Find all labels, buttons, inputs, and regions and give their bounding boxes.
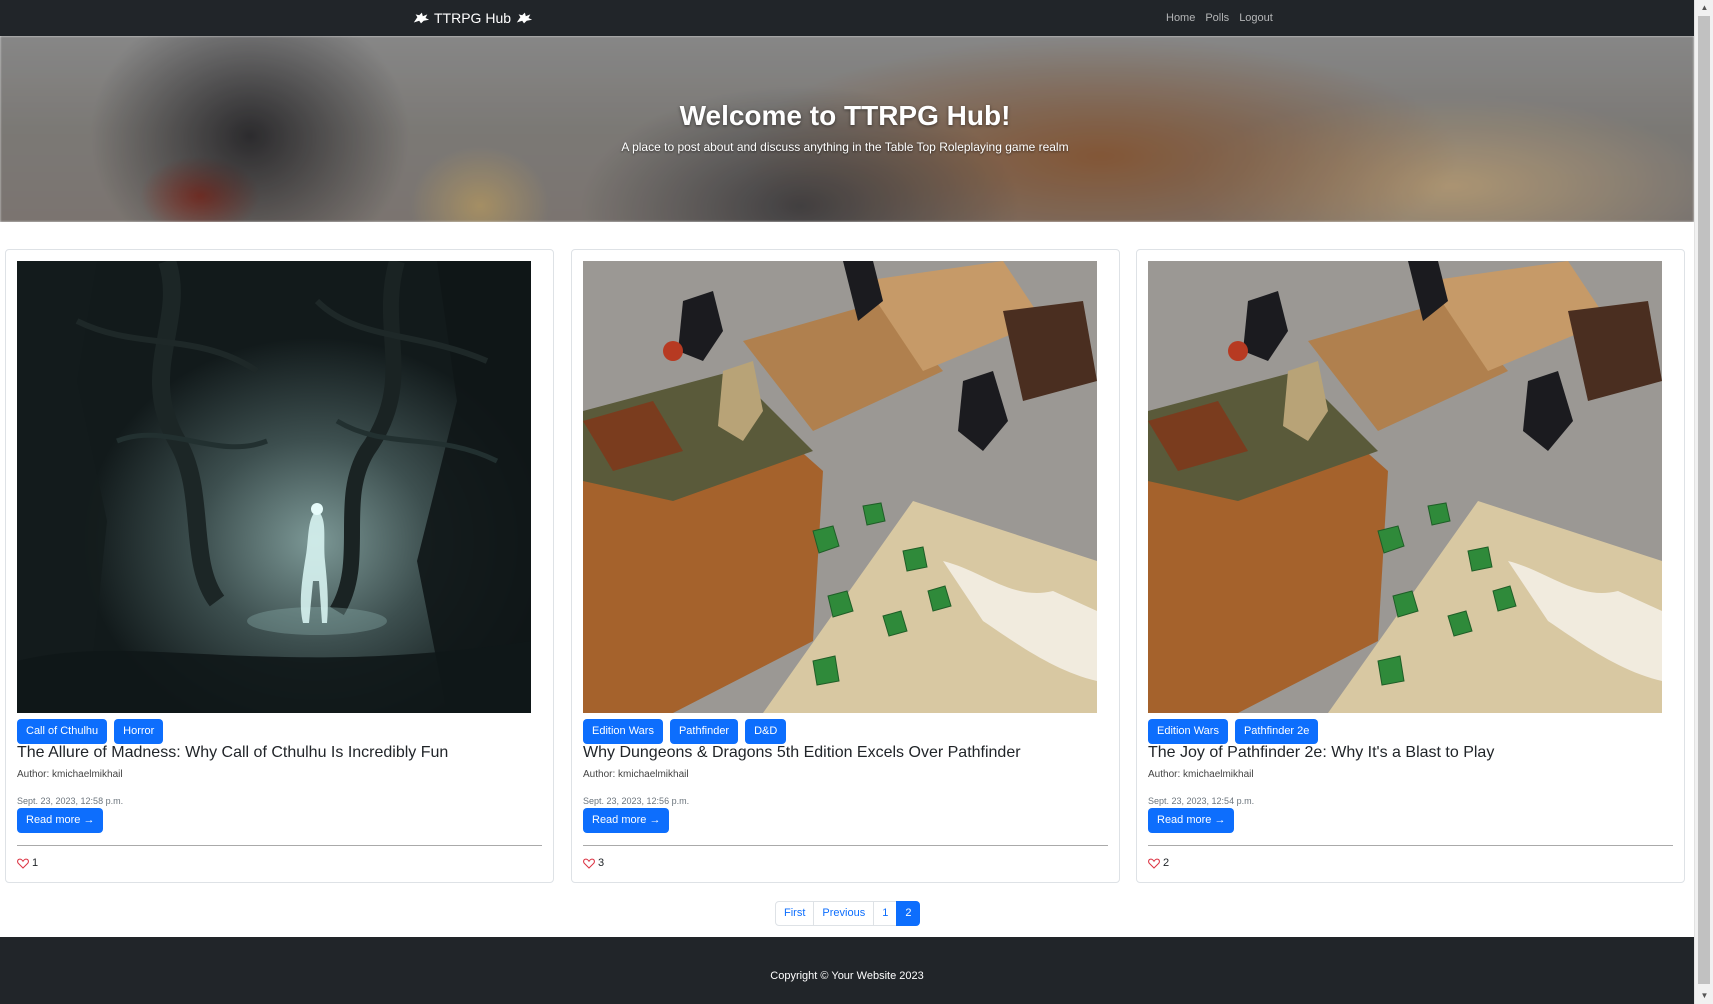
heart-icon[interactable] <box>1148 858 1160 869</box>
post-card: Call of Cthulhu Horror The Allure of Mad… <box>5 249 554 883</box>
read-more-button[interactable]: Read more → <box>17 808 104 833</box>
hero-banner: Welcome to TTRPG Hub! A place to post ab… <box>0 36 1694 222</box>
like-count: 2 <box>1163 857 1170 869</box>
scroll-down-arrow-icon[interactable]: ▼ <box>1695 988 1713 1004</box>
page: TTRPG Hub Home Polls Logout Welcome to T… <box>0 0 1694 1004</box>
tag-button[interactable]: Pathfinder <box>669 719 739 744</box>
divider <box>1148 845 1673 846</box>
tag-button[interactable]: Horror <box>114 719 164 744</box>
scroll-up-arrow-icon[interactable]: ▲ <box>1695 0 1713 16</box>
post-image-dice-books[interactable] <box>1148 261 1662 713</box>
tag-button[interactable]: Call of Cthulhu <box>17 719 108 744</box>
dragon-icon <box>516 12 533 24</box>
like-count: 3 <box>598 857 605 869</box>
scrollbar-thumb[interactable] <box>1698 16 1710 984</box>
brand-link[interactable]: TTRPG Hub <box>412 0 533 36</box>
like-counter[interactable]: 2 <box>1148 857 1169 869</box>
post-card: Edition Wars Pathfinder 2e The Joy of Pa… <box>1136 249 1685 883</box>
post-author: Author: kmichaelmikhail <box>17 769 123 780</box>
dragon-icon <box>413 12 430 24</box>
heart-icon[interactable] <box>583 858 595 869</box>
pagination-page-2[interactable]: 2 <box>896 901 921 926</box>
tag-button[interactable]: Edition Wars <box>583 719 663 744</box>
post-tags: Edition Wars Pathfinder D&D <box>583 719 787 744</box>
footer: Copyright © Your Website 2023 <box>0 937 1694 1004</box>
nav-links: Home Polls Logout <box>1166 0 1273 36</box>
navbar: TTRPG Hub Home Polls Logout <box>0 0 1694 36</box>
post-title[interactable]: Why Dungeons & Dragons 5th Edition Excel… <box>583 744 1021 762</box>
hero-subtitle: A place to post about and discuss anythi… <box>621 140 1069 154</box>
post-author: Author: kmichaelmikhail <box>1148 769 1254 780</box>
pagination: First Previous 1 2 <box>775 901 921 926</box>
pagination-previous[interactable]: Previous <box>813 901 875 926</box>
pagination-first[interactable]: First <box>775 901 815 926</box>
like-counter[interactable]: 3 <box>583 857 604 869</box>
pagination-page-1[interactable]: 1 <box>873 901 898 926</box>
like-counter[interactable]: 1 <box>17 857 38 869</box>
footer-copyright: Copyright © Your Website 2023 <box>770 970 924 982</box>
divider <box>583 845 1108 846</box>
post-date: Sept. 23, 2023, 12:56 p.m. <box>583 796 690 806</box>
post-image-dice-books[interactable] <box>583 261 1097 713</box>
read-more-button[interactable]: Read more → <box>583 808 670 833</box>
tag-button[interactable]: Edition Wars <box>1148 719 1228 744</box>
tag-button[interactable]: D&D <box>745 719 787 744</box>
post-date: Sept. 23, 2023, 12:58 p.m. <box>17 796 124 806</box>
post-card: Edition Wars Pathfinder D&D Why Dungeons… <box>571 249 1120 883</box>
post-author: Author: kmichaelmikhail <box>583 769 689 780</box>
nav-polls-link[interactable]: Polls <box>1205 12 1229 24</box>
brand-title: TTRPG Hub <box>434 10 512 26</box>
hero-title: Welcome to TTRPG Hub! <box>679 100 1011 131</box>
like-count: 1 <box>32 857 39 869</box>
post-tags: Edition Wars Pathfinder 2e <box>1148 719 1319 744</box>
post-title[interactable]: The Allure of Madness: Why Call of Cthul… <box>17 744 448 762</box>
vertical-scrollbar[interactable]: ▲ ▼ <box>1694 0 1713 1004</box>
post-tags: Call of Cthulhu Horror <box>17 719 164 744</box>
divider <box>17 845 542 846</box>
post-title[interactable]: The Joy of Pathfinder 2e: Why It's a Bla… <box>1148 744 1494 762</box>
read-more-button[interactable]: Read more → <box>1148 808 1235 833</box>
heart-icon[interactable] <box>17 858 29 869</box>
post-image-dark-forest[interactable] <box>17 261 531 713</box>
nav-logout-link[interactable]: Logout <box>1239 12 1273 24</box>
tag-button[interactable]: Pathfinder 2e <box>1234 719 1319 744</box>
post-date: Sept. 23, 2023, 12:54 p.m. <box>1148 796 1255 806</box>
nav-home-link[interactable]: Home <box>1166 12 1195 24</box>
